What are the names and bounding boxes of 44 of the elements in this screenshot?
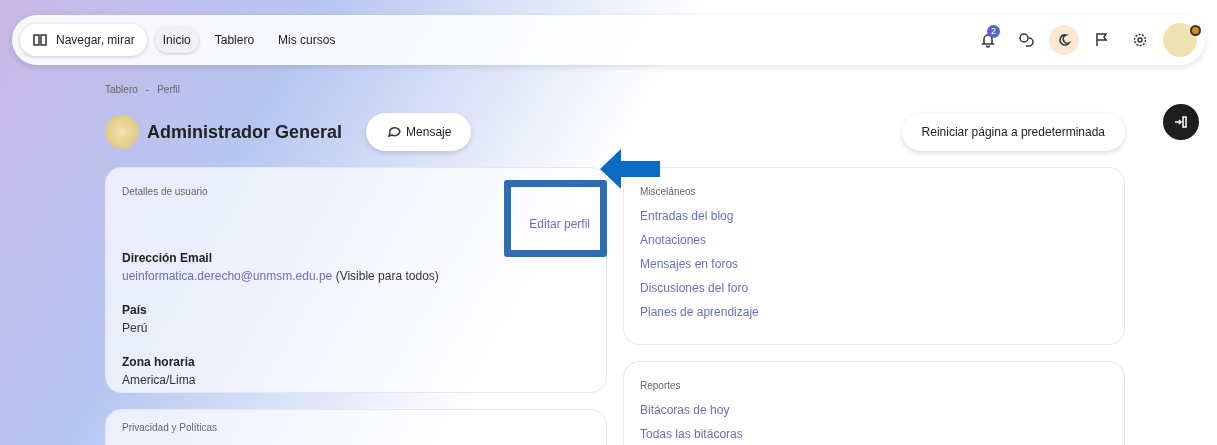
field-label: Zona horaria (122, 354, 196, 371)
notification-count: 2 (987, 25, 1000, 38)
pointer-arrow (600, 149, 660, 189)
message-button[interactable]: Mensaje (366, 113, 472, 151)
card-link[interactable]: Mensajes en foros (640, 255, 739, 273)
breadcrumb-separator: - (145, 83, 150, 97)
card-link[interactable]: Bitácoras de hoy (640, 401, 730, 419)
settings-icon (1132, 32, 1148, 48)
drawer-toggle-button[interactable] (1163, 104, 1199, 140)
card-title: Reportes (640, 379, 682, 393)
chat-bubbles-icon (1018, 32, 1034, 48)
nav-tab[interactable]: Tablero (206, 27, 263, 53)
visibility-note: (Visible para todos) (335, 269, 439, 283)
card-link[interactable]: Anotaciones (640, 231, 707, 249)
breadcrumb-link[interactable]: Perfil (157, 82, 180, 97)
profile-emblem (105, 115, 139, 149)
field-label: Dirección Email (122, 250, 214, 267)
bell-icon (980, 32, 996, 48)
email-link[interactable]: ueinformatica.derecho@unmsm.edu.pe (122, 269, 333, 283)
card-link[interactable]: Todas las bitácoras (640, 425, 743, 443)
browse-button[interactable]: Navegar, mirar (20, 24, 147, 56)
drawer-arrow-icon (1173, 114, 1189, 130)
notifications-button[interactable]: 2 (973, 25, 1003, 55)
card-title: Privacidad y Políticas (122, 421, 219, 435)
reset-page-button[interactable]: Reiniciar página a predeterminada (901, 113, 1125, 151)
field-label: País (122, 302, 148, 319)
card-link[interactable]: Entradas del blog (640, 207, 734, 225)
dark-mode-button[interactable] (1049, 25, 1079, 55)
field-value: America/Lima (122, 373, 196, 387)
nav-tab[interactable]: Inicio (154, 27, 199, 53)
field-value: Perú (122, 321, 148, 335)
card-link[interactable]: Planes de aprendizaje (640, 303, 759, 321)
breadcrumb-link[interactable]: Tablero (105, 82, 138, 97)
card-title: Misceláneos (640, 185, 697, 199)
card-link[interactable]: Discusiones del foro (640, 279, 749, 297)
card-title: Detalles de usuario (122, 185, 209, 199)
status-dot-icon (1190, 25, 1201, 36)
book-icon (32, 32, 48, 48)
profile-name: Administrador General (147, 120, 343, 144)
nav-tab[interactable]: Mis cursos (270, 27, 344, 53)
speech-bubble-icon (386, 124, 403, 140)
moon-icon (1056, 32, 1072, 48)
flag-icon (1094, 32, 1110, 48)
edit-profile-link[interactable]: Editar perfil (529, 215, 590, 233)
